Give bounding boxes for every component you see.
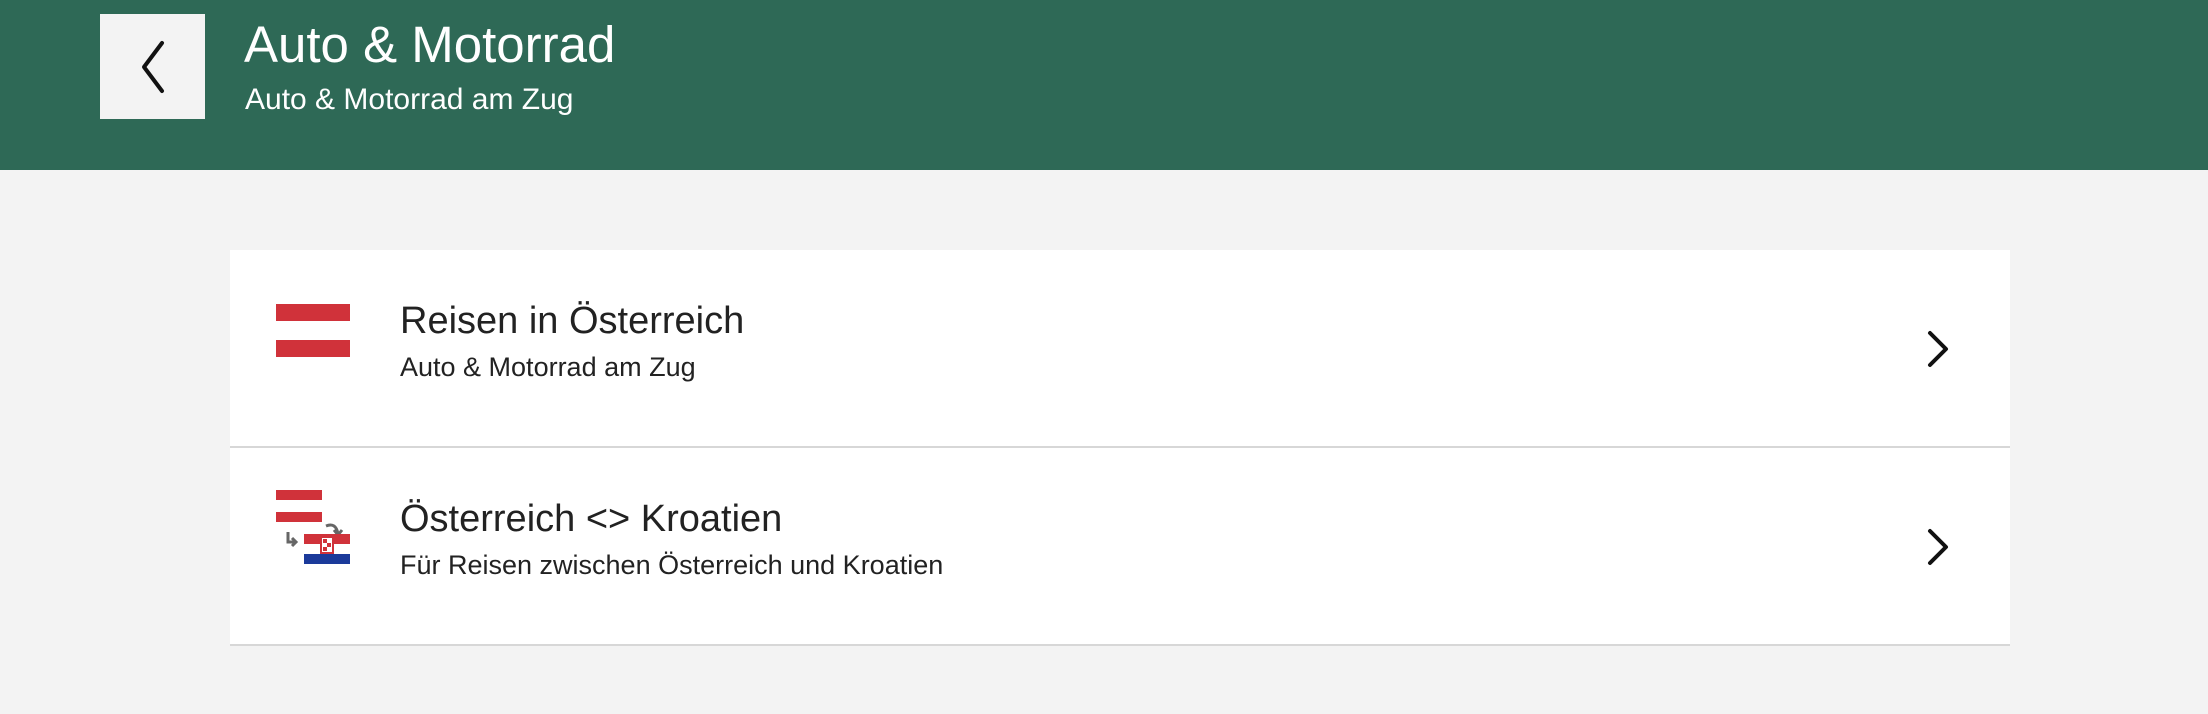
list-item-title: Reisen in Österreich	[400, 300, 745, 342]
list-item-reisen-in-oesterreich[interactable]: Reisen in Österreich Auto & Motorrad am …	[230, 250, 2010, 448]
option-list: Reisen in Österreich Auto & Motorrad am …	[230, 250, 2010, 646]
austria-croatia-flags-icon	[276, 490, 350, 564]
back-button[interactable]	[100, 14, 205, 119]
list-item-title: Österreich <> Kroatien	[400, 498, 783, 540]
chevron-right-icon	[1928, 529, 1948, 565]
list-item-subtitle: Auto & Motorrad am Zug	[400, 352, 696, 382]
list-item-oesterreich-kroatien[interactable]: Österreich <> Kroatien Für Reisen zwisch…	[230, 448, 2010, 646]
page-subtitle: Auto & Motorrad am Zug	[245, 83, 574, 116]
austria-flag-icon	[276, 304, 350, 357]
page-title: Auto & Motorrad	[244, 16, 616, 73]
chevron-left-icon	[141, 40, 164, 93]
chevron-right-icon	[1928, 331, 1948, 367]
list-item-subtitle: Für Reisen zwischen Österreich und Kroat…	[400, 550, 944, 580]
app-header: Auto & Motorrad Auto & Motorrad am Zug	[0, 0, 2208, 170]
